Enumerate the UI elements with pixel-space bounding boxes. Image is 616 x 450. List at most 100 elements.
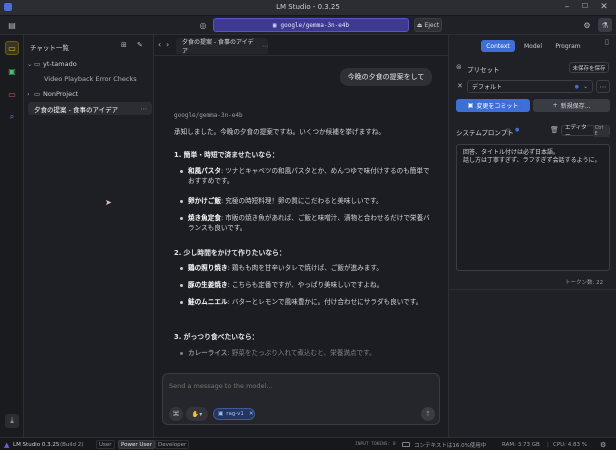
list-item: 豚の生姜焼き: こちらも定番ですが、やっぱり美味しいですよね。 [188, 281, 384, 289]
chat-tab[interactable]: 夕食の提案 - 食事のアイデア ⋯ [176, 38, 268, 55]
download-icon[interactable]: ⤓ [5, 414, 19, 428]
title-bar: LM Studio - 0.3.25 – ☐ ✕ [0, 0, 616, 16]
settings-gear-icon[interactable]: ⚙ [580, 18, 594, 32]
tab-program[interactable]: Program [550, 40, 586, 52]
message-input[interactable] [169, 380, 433, 392]
help-icon[interactable]: ⓘ [505, 127, 511, 136]
message-composer: ⌘ ✋▾ ▣ rag-v1 ✕ ↑ [162, 373, 440, 425]
search-icon[interactable]: ⌕ [5, 110, 19, 124]
tab-bar: ‹ › 夕食の提案 - 食事のアイデア ⋯ [154, 35, 448, 56]
panel-toggle-icon[interactable]: ▯ [605, 38, 609, 46]
chat-list-item[interactable]: Video Playback Error Checks [24, 72, 154, 85]
bullet-dot [180, 267, 183, 270]
chevron-down-icon: ⌄ [582, 83, 588, 90]
chat-list-panel: チャット一覧 ⊞ ✎ ⌄ ▭ yt-tamado Video Playback … [24, 35, 154, 437]
app-logo-icon: ▲ [4, 440, 10, 449]
tab-model[interactable]: Model [519, 40, 547, 52]
chevron-down-icon: ⌄ [27, 59, 33, 68]
chat-list-item[interactable]: ⌄ ▭ yt-tamado [24, 57, 154, 70]
modified-dot-icon: ● [515, 127, 520, 133]
separator: | [547, 441, 549, 448]
plugin-icon: ▣ [218, 411, 224, 417]
system-prompt-textarea[interactable]: 回答、タイトル付けは必ず日本語。 話し方は丁寧すぎず、ラフすぎず会話するように。 [456, 144, 610, 271]
save-icon: ▣ [467, 102, 474, 109]
preset-icon: ⊜ [456, 63, 462, 71]
user-message: 今晩の夕食の提案をして [340, 68, 432, 86]
section-heading: 1. 簡単・時短で済ませたいなら： [174, 151, 279, 159]
chat-icon[interactable]: ▭ [5, 41, 19, 55]
model-chip-icon: ▣ [272, 21, 277, 29]
eject-button[interactable]: ⏏ Eject [414, 18, 442, 32]
more-icon[interactable]: ⋯ [141, 105, 148, 113]
assistant-intro: 承知しました。今晩の夕食の提案ですね。いくつか候補を挙げますね。 [174, 128, 385, 136]
maximize-icon[interactable]: ☐ [578, 2, 592, 10]
chevron-right-icon[interactable]: › [166, 40, 169, 49]
remove-tag-icon[interactable]: ✕ [249, 411, 254, 417]
preset-select[interactable]: デフォルト ● ⌄ [467, 80, 593, 93]
mode-user[interactable]: User [96, 440, 115, 449]
model-selector[interactable]: ▣ google/gemma-3n-e4b [213, 18, 409, 32]
terminal-icon[interactable]: ▣ [5, 64, 19, 78]
new-folder-icon[interactable]: ⊞ [121, 41, 127, 49]
status-bar: ▲ LM Studio 0.3.25 (Build 2) User Power … [0, 437, 616, 450]
chevron-right-icon: › [27, 89, 30, 98]
left-rail: ▭ ▣ ▭ ⌕ ⤓ [0, 35, 24, 437]
list-item: カレーライス: 野菜をたっぷり入れて煮込むと、栄養満点です。 [188, 349, 376, 357]
eject-icon: ⏏ [416, 21, 423, 29]
ram-usage: RAM: 3.73 GB [502, 441, 540, 448]
input-tokens: INPUT TOKENS: 0 [355, 442, 396, 447]
cpu-usage: CPU: 4.83 % [553, 441, 588, 448]
preset-more-icon[interactable]: ⋯ [596, 80, 610, 93]
tools-menu-icon[interactable]: ✋▾ [186, 407, 208, 421]
settings-gear-icon[interactable]: ⚙ [600, 440, 606, 449]
battery-icon [402, 442, 410, 447]
commit-button[interactable]: ▣ 変更をコミット [456, 99, 530, 112]
send-icon[interactable]: ↑ [421, 407, 435, 421]
save-unsaved-button[interactable]: 未保存を保存 [569, 62, 609, 73]
bullet-dot [180, 284, 183, 287]
bullet-dot [180, 301, 183, 304]
editor-button[interactable]: エディター Ctrl E [561, 124, 610, 139]
section-heading: 3. がっつり食べたいなら： [174, 333, 259, 341]
folder-icon[interactable]: ▭ [5, 87, 19, 101]
sidebar-toggle-icon[interactable]: ▤ [5, 18, 19, 32]
save-new-button[interactable]: + 新規保存... [533, 99, 610, 112]
list-item: 鮭のムニエル: バターとレモンで風味豊かに。付け合わせにサラダも良いです。 [188, 298, 423, 306]
list-item: 焼き魚定食: 市販の焼き魚があれば、ご飯と味噌汁、漬物と合わせるだけで栄養バラン… [188, 214, 430, 232]
bullet-dot [180, 352, 183, 355]
mode-power-user[interactable]: Power User [118, 440, 155, 449]
chat-list-item[interactable]: › ▭ NonProject [24, 87, 154, 100]
cursor-icon: ➤ [105, 198, 112, 207]
model-settings-icon[interactable]: ◎ [196, 18, 210, 32]
new-chat-icon[interactable]: ✎ [137, 41, 143, 49]
tab-more-icon[interactable]: ⋯ [262, 43, 268, 50]
chat-list-header: チャット一覧 [30, 44, 69, 52]
flask-icon[interactable]: ⚗ [598, 18, 612, 32]
chevron-left-icon[interactable]: ‹ [158, 40, 161, 49]
modified-dot-icon: ● [574, 83, 579, 90]
chat-list-item-active[interactable]: 夕食の提案 - 食事のアイデア ⋯ [28, 102, 152, 115]
tab-context[interactable]: Context [481, 40, 515, 52]
rag-plugin-tag[interactable]: ▣ rag-v1 ✕ [213, 408, 255, 420]
trash-icon[interactable]: 🗑 [550, 126, 559, 134]
chat-area: ‹ › 夕食の提案 - 食事のアイデア ⋯ 今晩の夕食の提案をして google… [154, 35, 448, 437]
close-icon[interactable]: ✕ [597, 2, 611, 12]
attach-icon[interactable]: ⌘ [169, 407, 183, 421]
context-usage: コンテキストは16.0%使用中 [414, 442, 487, 449]
plus-icon: + [552, 102, 558, 109]
bullet-dot [180, 170, 183, 173]
list-item: 和風パスタ: ツナとキャベツの和風パスタとか、めんつゆで味付けするのも簡単でおす… [188, 167, 430, 185]
mode-developer[interactable]: Developer [155, 440, 190, 449]
model-name: google/gemma-3n-e4b [280, 21, 350, 29]
minimize-icon[interactable]: – [560, 2, 574, 12]
bullet-dot [180, 217, 183, 220]
list-item: 鶏の照り焼き: 鶏もも肉を甘辛いタレで焼けば、ご飯が進みます。 [188, 264, 383, 272]
top-toolbar: ▤ ◎ ▣ google/gemma-3n-e4b ⏏ Eject ⚙ ⚗ [0, 16, 616, 35]
section-heading: 2. 少し時間をかけて作りたいなら： [174, 249, 286, 257]
folder-open-icon: ▭ [34, 59, 41, 68]
folder-closed-icon: ▭ [34, 89, 41, 98]
clear-icon[interactable]: ✕ [457, 82, 463, 90]
app-version: LM Studio 0.3.25 [13, 441, 60, 448]
message-list[interactable]: 今晩の夕食の提案をして google/gemma-3n-e4b 承知しました。今… [154, 56, 448, 373]
settings-panel: Context Model Program ▯ ⊜ プリセット 未保存を保存 ✕… [448, 35, 616, 437]
